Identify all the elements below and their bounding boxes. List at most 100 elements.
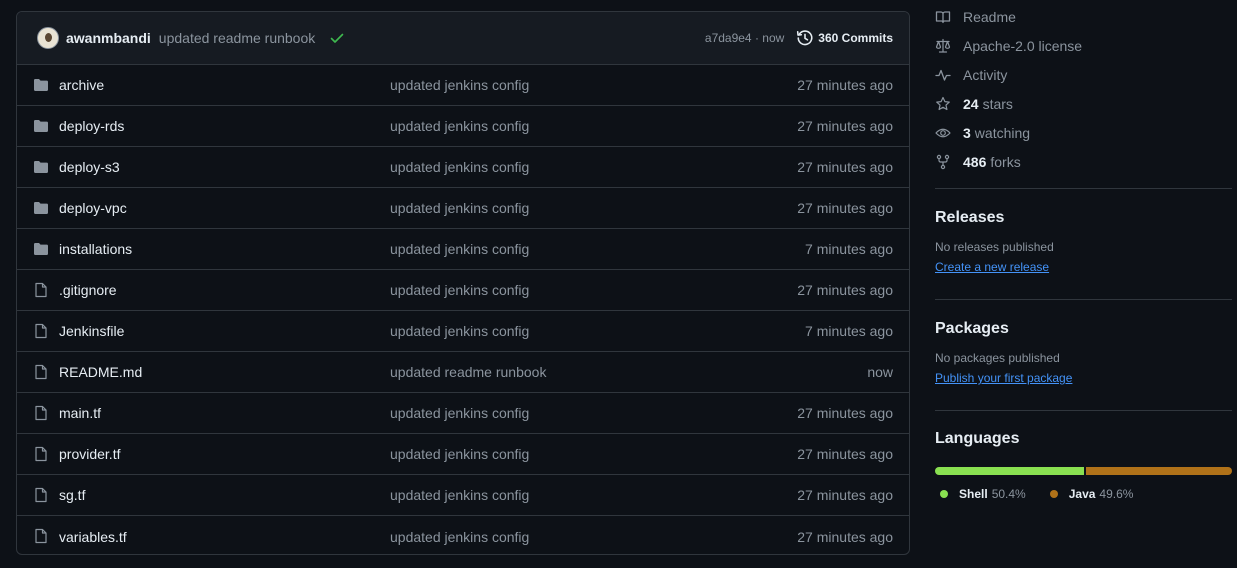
folder-icon [34,161,48,173]
file-commit-message[interactable]: updated jenkins config [390,405,529,421]
stars-link[interactable]: 24 stars [935,89,1232,118]
star-icon [936,96,950,110]
folder-icon [34,79,48,91]
commit-time: now [762,31,785,45]
folder-icon [34,202,48,214]
eye-icon [935,128,951,137]
book-icon [935,10,951,23]
stars-label: stars [982,95,1013,112]
releases-section: Releases No releases published Create a … [935,189,1232,278]
file-commit-time[interactable]: 7 minutes ago [805,323,893,339]
language-percent: 50.4% [991,487,1026,501]
file-name[interactable]: deploy-rds [59,118,124,134]
file-icon [35,323,47,339]
file-commit-time[interactable]: 27 minutes ago [797,446,893,462]
folder-icon [34,120,48,132]
language-bar-segment[interactable] [935,467,1084,475]
file-icon [35,282,47,298]
latest-commit-bar: awanmbandi updated readme runbook a7da9e… [17,12,909,65]
commit-sha[interactable]: a7da9e4 [705,31,752,45]
repo-forked-icon [936,154,950,169]
file-commit-message[interactable]: updated jenkins config [390,159,529,175]
file-commit-time[interactable]: 27 minutes ago [797,529,893,545]
file-commit-message[interactable]: updated jenkins config [390,282,529,298]
file-commit-message[interactable]: updated jenkins config [390,323,529,339]
file-commit-time[interactable]: 27 minutes ago [797,200,893,216]
check-icon[interactable] [329,30,345,46]
packages-section: Packages No packages published Publish y… [935,300,1232,389]
sha-separator: · [751,31,763,45]
activity-label: Activity [963,66,1008,83]
commit-sha-time[interactable]: a7da9e4 · now [705,31,784,45]
watching-count: 3 [963,124,971,141]
file-row: main.tf updated jenkins config 27 minutes … [17,393,909,434]
history-icon [797,30,813,46]
file-commit-time[interactable]: 27 minutes ago [797,405,893,421]
file-commit-message[interactable]: updated readme runbook [390,364,546,380]
file-name[interactable]: .gitignore [59,282,117,298]
languages-bar [935,467,1232,475]
license-label: Apache-2.0 license [963,37,1083,54]
file-commit-time[interactable]: now [867,364,893,380]
file-name[interactable]: deploy-s3 [59,159,120,175]
file-commit-time[interactable]: 27 minutes ago [797,159,893,175]
language-bar-segment[interactable] [1085,467,1232,475]
file-row: installations updated jenkins config 7 min… [17,229,909,270]
file-commit-message[interactable]: updated jenkins config [390,241,529,257]
file-commit-message[interactable]: updated jenkins config [390,200,529,216]
file-row: variables.tf updated jenkins config 27 min… [17,516,909,554]
file-name[interactable]: sg.tf [59,487,85,503]
file-name[interactable]: variables.tf [59,529,127,545]
file-icon [35,405,47,421]
commit-author[interactable]: awanmbandi [66,30,151,46]
file-name[interactable]: main.tf [59,405,101,421]
commits-count[interactable]: 360 Commits [818,31,893,45]
file-row: deploy-vpc updated jenkins config 27 minut… [17,188,909,229]
file-row: README.md updated readme runbook now [17,352,909,393]
activity-link[interactable]: Activity [935,60,1232,89]
language-item[interactable]: Java 49.6% [1049,487,1133,501]
file-row: .gitignore updated jenkins config 27 minut… [17,270,909,311]
commit-message[interactable]: updated readme runbook [159,30,315,46]
create-release-link[interactable]: Create a new release [935,260,1049,274]
file-commit-time[interactable]: 27 minutes ago [797,282,893,298]
stars-count: 24 [963,95,979,112]
file-commit-time[interactable]: 27 minutes ago [797,77,893,93]
language-color-dot [1049,490,1058,498]
folder-icon [34,243,48,255]
file-name[interactable]: Jenkinsfile [59,323,124,339]
law-icon [935,38,951,53]
file-name[interactable]: archive [59,77,104,93]
file-name[interactable]: installations [59,241,132,257]
file-commit-message[interactable]: updated jenkins config [390,118,529,134]
watchers-link[interactable]: 3 watching [935,118,1232,147]
file-row: archive updated jenkins config 27 minutes … [17,65,909,106]
releases-title[interactable]: Releases [935,209,1232,227]
file-row: Jenkinsfile updated jenkins config 7 minut… [17,311,909,352]
packages-title[interactable]: Packages [935,320,1232,338]
commits-link[interactable]: 360 Commits [796,29,893,47]
file-commit-message[interactable]: updated jenkins config [390,529,529,545]
languages-section: Languages Shell 50.4% Java 49.6% [935,411,1232,501]
file-commit-time[interactable]: 7 minutes ago [805,241,893,257]
file-commit-message[interactable]: updated jenkins config [390,446,529,462]
license-link[interactable]: Apache-2.0 license [935,31,1232,60]
file-name[interactable]: provider.tf [59,446,120,462]
file-commit-message[interactable]: updated jenkins config [390,77,529,93]
language-name: Java [1068,487,1096,501]
file-name[interactable]: deploy-vpc [59,200,127,216]
publish-package-link[interactable]: Publish your first package [935,371,1072,385]
file-commit-time[interactable]: 27 minutes ago [797,118,893,134]
forks-link[interactable]: 486 forks [935,147,1232,176]
readme-link[interactable]: Readme [935,2,1232,31]
author-avatar[interactable] [37,27,59,49]
readme-label: Readme [963,8,1016,25]
file-row: sg.tf updated jenkins config 27 minutes ag… [17,475,909,516]
languages-title: Languages [935,430,1020,447]
file-commit-message[interactable]: updated jenkins config [390,487,529,503]
forks-count: 486 [963,153,987,170]
file-commit-time[interactable]: 27 minutes ago [797,487,893,503]
language-item[interactable]: Shell 50.4% [940,487,1026,501]
about-list: Readme Apache-2.0 license Activity 24 sta… [935,0,1232,176]
file-name[interactable]: README.md [59,364,142,380]
